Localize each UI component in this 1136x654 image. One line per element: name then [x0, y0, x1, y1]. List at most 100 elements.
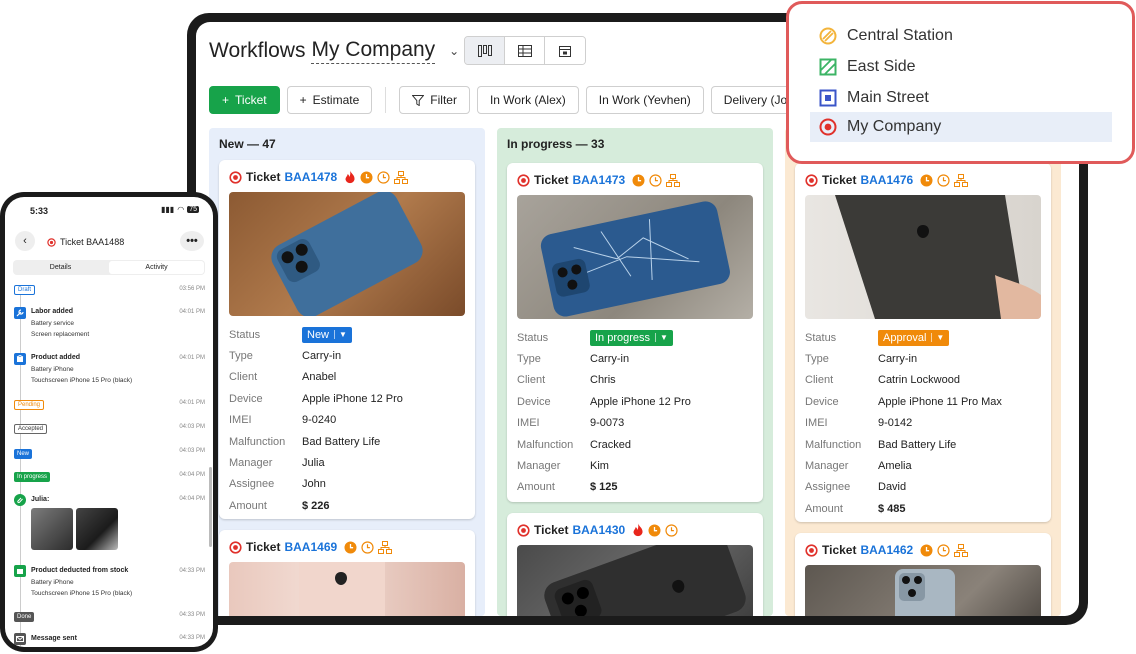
ticket-label: Ticket — [534, 173, 569, 187]
circle-dot-icon — [805, 173, 818, 187]
circle-dot-icon — [517, 173, 530, 187]
ticket-label: Ticket — [822, 543, 857, 557]
ticket-card[interactable]: Ticket BAA1473 Status In progress ▼ Type Ca… — [507, 163, 763, 502]
ticket-activity-screen: 5:33 ▮▮▮ ◠ 75 ‹ Ticket BAA1488 ••• Detai… — [5, 197, 213, 647]
field-value: Chris — [590, 374, 616, 387]
saved-filter-button[interactable]: In Work (Alex) — [476, 86, 579, 114]
event-time: 04:04 PM — [179, 472, 205, 478]
card-header: Ticket BAA1478 — [229, 170, 409, 184]
field-row: IMEI 9-0142 — [805, 413, 1041, 434]
field-row: Amount $ 226 — [229, 495, 465, 516]
ticket-id-link[interactable]: BAA1476 — [860, 173, 913, 187]
field-label: Manager — [805, 460, 849, 473]
field-row: Device Apple iPhone 12 Pro — [517, 391, 753, 412]
device-photo — [517, 545, 753, 616]
column-header: In progress — 33 — [507, 137, 605, 151]
field-label: Malfunction — [517, 438, 574, 451]
field-row: Assignee David — [805, 477, 1041, 498]
wifi-icon: ◠ — [177, 205, 185, 214]
event-time: 04:04 PM — [179, 496, 205, 502]
circle-dot-icon — [47, 237, 56, 247]
status-badge: In progress — [14, 472, 51, 482]
event-time: 03:56 PM — [179, 286, 205, 292]
calendar-icon — [559, 45, 571, 57]
location-option-east-side[interactable]: East Side — [810, 52, 1112, 82]
chevron-down-icon[interactable]: ⌄ — [449, 44, 459, 58]
status-value: New — [307, 328, 330, 341]
more-options-button[interactable]: ••• — [180, 231, 204, 251]
field-row: Malfunction Cracked — [517, 434, 753, 455]
ticket-fields: Status Approval ▼ Type Carry-in Client Catri… — [805, 327, 1041, 520]
clock-outline-icon — [649, 173, 662, 187]
attachment-thumbnail[interactable] — [76, 508, 118, 550]
hierarchy-icon — [666, 173, 681, 187]
message-icon — [14, 633, 26, 645]
device-photo — [229, 562, 465, 616]
location-option-central-station[interactable]: Central Station — [810, 21, 1112, 51]
ticket-card[interactable]: Ticket BAA1462 — [795, 533, 1051, 616]
field-label: Malfunction — [229, 435, 286, 448]
tab-activity[interactable]: Activity — [109, 261, 204, 274]
status-dropdown[interactable]: Approval ▼ — [878, 329, 950, 346]
fire-icon — [633, 523, 643, 537]
status-dropdown[interactable]: In progress ▼ — [590, 329, 673, 346]
add-ticket-button[interactable]: + Ticket — [209, 86, 280, 114]
field-label: Manager — [229, 457, 273, 470]
add-estimate-button[interactable]: + Estimate — [286, 86, 373, 114]
ticket-card[interactable]: Ticket BAA1430 — [507, 513, 763, 616]
field-value: Carry-in — [302, 350, 342, 363]
ticket-card[interactable]: Ticket BAA1469 — [219, 530, 475, 616]
filter-button[interactable]: Filter — [399, 86, 470, 114]
field-value: 9-0240 — [302, 414, 337, 427]
table-view-button[interactable] — [505, 37, 545, 64]
location-label: East Side — [847, 58, 916, 75]
kanban-icon — [477, 44, 492, 57]
field-value: Amelia — [878, 460, 912, 473]
field-row: IMEI 9-0073 — [517, 413, 753, 434]
status-value: In progress — [595, 331, 651, 344]
chevron-down-icon: ▼ — [931, 333, 944, 343]
field-label: Status — [229, 328, 261, 341]
hierarchy-icon — [394, 170, 409, 184]
ticket-id-link[interactable]: BAA1478 — [284, 170, 337, 184]
company-selector[interactable]: My Company — [311, 38, 436, 64]
ticket-title: Ticket BAA1488 — [47, 237, 124, 247]
circle-dot-icon — [229, 170, 242, 184]
ticket-id-link[interactable]: BAA1462 — [860, 543, 913, 557]
field-label: IMEI — [229, 414, 252, 427]
ticket-id-link[interactable]: BAA1469 — [284, 540, 337, 554]
field-label: Malfunction — [805, 438, 862, 451]
chevron-down-icon: ▼ — [334, 330, 347, 340]
scrollbar[interactable] — [209, 467, 212, 547]
saved-filter-button[interactable]: In Work (Yevhen) — [585, 86, 704, 114]
field-label: IMEI — [805, 417, 828, 430]
ticket-card[interactable]: Ticket BAA1478 Status New ▼ Type Carry-in C… — [219, 160, 475, 519]
clock-outline-icon — [377, 170, 390, 184]
hatched-square-icon — [819, 58, 837, 76]
calendar-view-button[interactable] — [545, 37, 585, 64]
circle-dot-icon — [819, 118, 837, 136]
ticket-label: Ticket — [822, 173, 857, 187]
ticket-id-link[interactable]: BAA1430 — [572, 523, 625, 537]
ticket-label: Ticket — [534, 523, 569, 537]
back-button[interactable]: ‹ — [15, 231, 35, 251]
field-value: Catrin Lockwood — [878, 374, 960, 387]
status-dropdown[interactable]: New ▼ — [302, 326, 352, 343]
location-option-main-street[interactable]: Main Street — [810, 83, 1112, 113]
event-time: 04:01 PM — [179, 400, 205, 406]
card-header: Ticket BAA1469 — [229, 540, 393, 554]
ticket-id-link[interactable]: BAA1473 — [572, 173, 625, 187]
field-label: Device — [805, 395, 839, 408]
event-title: Product added — [31, 354, 81, 361]
event-title: Labor added — [31, 308, 74, 315]
event-time: 04:03 PM — [179, 448, 205, 454]
ticket-card[interactable]: Ticket BAA1476 Status Approval ▼ Type Carry… — [795, 163, 1051, 522]
field-row: Device Apple iPhone 11 Pro Max — [805, 391, 1041, 412]
circle-dot-icon — [517, 523, 530, 537]
field-row: Type Carry-in — [517, 348, 753, 369]
tab-details[interactable]: Details — [13, 260, 108, 275]
attachment-thumbnail[interactable] — [31, 508, 73, 550]
kanban-view-button[interactable] — [465, 37, 505, 64]
status-bar-icons: ▮▮▮ ◠ 75 — [161, 205, 199, 214]
location-option-my-company[interactable]: My Company — [810, 112, 1112, 142]
